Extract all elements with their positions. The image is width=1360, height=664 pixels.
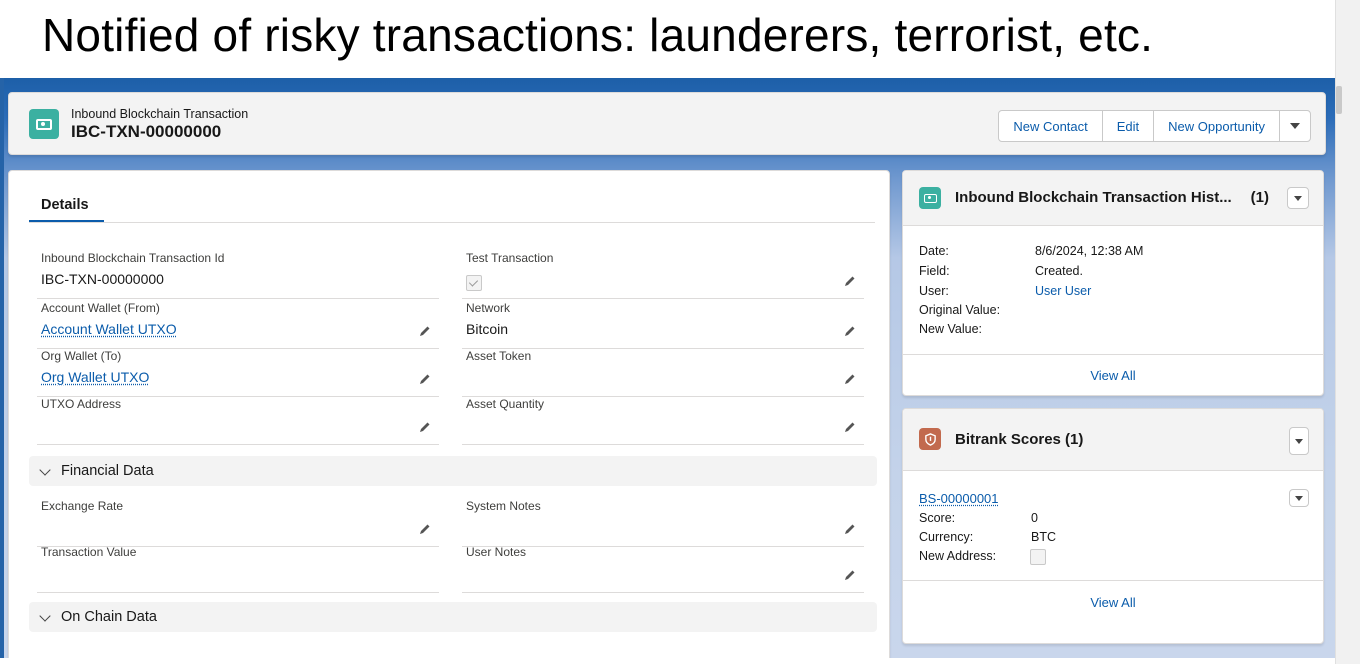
pencil-icon[interactable] bbox=[844, 569, 856, 581]
score-value: 0 bbox=[1031, 511, 1038, 525]
field-label: UTXO Address bbox=[41, 397, 122, 411]
field-label: Asset Quantity bbox=[466, 397, 545, 411]
history-field-value: Created. bbox=[1035, 264, 1083, 278]
field-label: Inbound Blockchain Transaction Id bbox=[41, 251, 225, 265]
history-original-label: Original Value: bbox=[919, 303, 1001, 317]
field-label: Asset Token bbox=[466, 349, 532, 363]
currency-label: Currency: bbox=[919, 530, 974, 544]
field-transaction-value: Transaction Value bbox=[37, 543, 439, 593]
section-on-chain-data[interactable]: On Chain Data bbox=[29, 602, 877, 632]
record-title: IBC-TXN-00000000 bbox=[71, 122, 222, 141]
header-actions: New Contact Edit New Opportunity bbox=[998, 110, 1311, 142]
row-actions-button[interactable] bbox=[1289, 489, 1309, 507]
section-title: On Chain Data bbox=[61, 609, 157, 625]
pencil-icon[interactable] bbox=[844, 523, 856, 535]
field-org-wallet: Org Wallet (To) Org Wallet UTXO bbox=[37, 347, 439, 397]
field-utxo-address: UTXO Address bbox=[37, 395, 439, 445]
history-date-label: Date: bbox=[919, 244, 949, 258]
history-related-list: Inbound Blockchain Transaction Hist... (… bbox=[902, 170, 1324, 396]
record-page: Inbound Blockchain Transaction IBC-TXN-0… bbox=[4, 78, 1335, 658]
money-icon bbox=[29, 109, 59, 139]
field-user-notes: User Notes bbox=[462, 543, 864, 593]
related-list-title[interactable]: Bitrank Scores (1) bbox=[955, 431, 1083, 448]
score-label: Score: bbox=[919, 511, 956, 525]
field-system-notes: System Notes bbox=[462, 497, 864, 547]
related-list-header: Inbound Blockchain Transaction Hist... (… bbox=[903, 171, 1323, 226]
new-opportunity-button[interactable]: New Opportunity bbox=[1153, 110, 1280, 142]
test-transaction-checkbox bbox=[466, 275, 482, 291]
field-label: Test Transaction bbox=[466, 251, 554, 265]
shield-icon bbox=[919, 428, 941, 450]
field-label: Exchange Rate bbox=[41, 499, 124, 513]
field-exchange-rate: Exchange Rate bbox=[37, 497, 439, 547]
divider bbox=[903, 354, 1323, 355]
new-contact-button[interactable]: New Contact bbox=[998, 110, 1103, 142]
field-test-transaction: Test Transaction bbox=[462, 249, 864, 299]
tab-details[interactable]: Details bbox=[29, 187, 104, 223]
field-label: Transaction Value bbox=[41, 545, 137, 559]
history-field-label: Field: bbox=[919, 264, 950, 278]
new-address-checkbox bbox=[1030, 549, 1046, 565]
field-asset-token: Asset Token bbox=[462, 347, 864, 397]
details-panel: Details Inbound Blockchain Transaction I… bbox=[8, 170, 890, 658]
field-transaction-id: Inbound Blockchain Transaction Id IBC-TX… bbox=[37, 249, 439, 299]
side-panel-tab[interactable] bbox=[1336, 86, 1342, 114]
history-date-value: 8/6/2024, 12:38 AM bbox=[1035, 244, 1144, 258]
pencil-icon[interactable] bbox=[419, 373, 431, 385]
tab-divider bbox=[29, 222, 875, 223]
pencil-icon[interactable] bbox=[844, 421, 856, 433]
pencil-icon[interactable] bbox=[419, 523, 431, 535]
new-address-label: New Address: bbox=[919, 549, 997, 563]
org-wallet-link[interactable]: Org Wallet UTXO bbox=[41, 369, 149, 385]
record-header: Inbound Blockchain Transaction IBC-TXN-0… bbox=[8, 92, 1326, 155]
related-list-menu-button[interactable] bbox=[1289, 427, 1309, 455]
currency-value: BTC bbox=[1031, 530, 1056, 544]
chevron-down-icon bbox=[1294, 195, 1302, 201]
related-list-title[interactable]: Inbound Blockchain Transaction Hist... bbox=[955, 189, 1232, 206]
field-value: IBC-TXN-00000000 bbox=[41, 271, 164, 287]
chevron-down-icon bbox=[1295, 495, 1303, 501]
divider bbox=[903, 580, 1323, 581]
field-network: Network Bitcoin bbox=[462, 299, 864, 349]
pencil-icon[interactable] bbox=[419, 421, 431, 433]
pencil-icon[interactable] bbox=[844, 373, 856, 385]
edit-button[interactable]: Edit bbox=[1101, 110, 1155, 142]
account-wallet-link[interactable]: Account Wallet UTXO bbox=[41, 321, 177, 337]
chevron-down-icon bbox=[39, 610, 51, 622]
history-user-label: User: bbox=[919, 284, 949, 298]
field-value: Bitcoin bbox=[466, 321, 509, 337]
related-list-count: (1) bbox=[1250, 189, 1269, 206]
pencil-icon[interactable] bbox=[844, 325, 856, 337]
history-view-all-link[interactable]: View All bbox=[903, 368, 1323, 383]
field-label: Org Wallet (To) bbox=[41, 349, 122, 363]
field-label: User Notes bbox=[466, 545, 527, 559]
field-account-wallet: Account Wallet (From) Account Wallet UTX… bbox=[37, 299, 439, 349]
money-icon bbox=[919, 187, 941, 209]
related-list-menu-button[interactable] bbox=[1287, 187, 1309, 209]
pencil-icon[interactable] bbox=[419, 325, 431, 337]
section-financial-data[interactable]: Financial Data bbox=[29, 456, 877, 486]
chevron-down-icon bbox=[1290, 123, 1300, 129]
field-label: System Notes bbox=[466, 499, 541, 513]
history-user-link[interactable]: User User bbox=[1035, 284, 1091, 298]
bitrank-view-all-link[interactable]: View All bbox=[903, 595, 1323, 610]
bitrank-related-list: Bitrank Scores (1) BS-00000001 Score: 0 … bbox=[902, 408, 1324, 644]
field-label: Account Wallet (From) bbox=[41, 301, 160, 315]
field-label: Network bbox=[466, 301, 511, 315]
history-new-label: New Value: bbox=[919, 322, 982, 336]
slide-title: Notified of risky transactions: laundere… bbox=[42, 9, 1154, 61]
more-actions-button[interactable] bbox=[1279, 110, 1311, 142]
chevron-down-icon bbox=[39, 464, 51, 476]
field-asset-quantity: Asset Quantity bbox=[462, 395, 864, 445]
object-label: Inbound Blockchain Transaction bbox=[71, 107, 249, 121]
related-list-header: Bitrank Scores (1) bbox=[903, 409, 1323, 471]
pencil-icon[interactable] bbox=[844, 275, 856, 287]
side-panel-strip bbox=[1335, 0, 1360, 664]
chevron-down-icon bbox=[1295, 438, 1303, 444]
bitrank-record-link[interactable]: BS-00000001 bbox=[919, 491, 999, 506]
section-title: Financial Data bbox=[61, 463, 154, 479]
